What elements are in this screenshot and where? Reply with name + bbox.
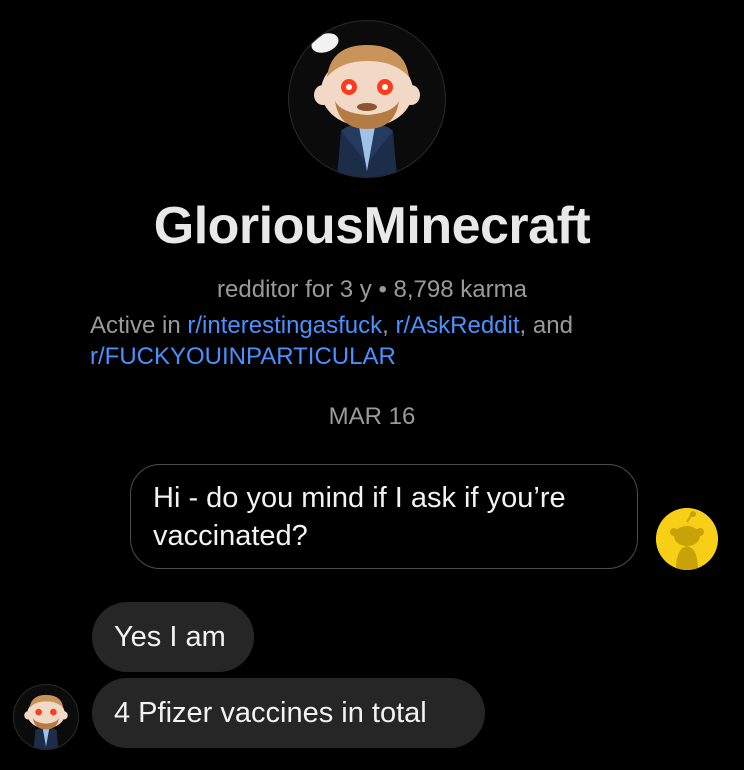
profile-username: GloriousMinecraft [153, 197, 591, 255]
snoo-yellow-avatar-icon [656, 508, 718, 570]
profile-meta: redditor for 3 y • 8,798 karma [217, 276, 527, 303]
message-bubble-incoming[interactable]: Yes I am [92, 602, 254, 672]
community-separator: , [382, 312, 396, 339]
profile-avatar[interactable] [288, 20, 446, 178]
community-link-interestingasfuck[interactable]: r/interestingasfuck [187, 312, 382, 339]
date-separator: MAR 16 [328, 403, 416, 430]
active-communities: Active in r/interestingasfuck, r/AskRedd… [90, 310, 670, 372]
message-bubble-incoming[interactable]: 4 Pfizer vaccines in total [92, 678, 485, 748]
community-link-fuckyouinparticular[interactable]: r/FUCKYOUINPARTICULAR [90, 343, 396, 370]
snoo-avatar-icon [24, 694, 68, 749]
community-link-askreddit[interactable]: r/AskReddit [395, 312, 519, 339]
active-prefix: Active in [90, 312, 188, 339]
snoo-avatar-icon [311, 33, 420, 177]
sender-avatar[interactable] [13, 684, 79, 750]
community-separator-and: , and [519, 312, 573, 339]
message-bubble-outgoing[interactable]: Hi - do you mind if I ask if you’re vacc… [130, 464, 638, 569]
self-avatar[interactable] [656, 508, 718, 570]
